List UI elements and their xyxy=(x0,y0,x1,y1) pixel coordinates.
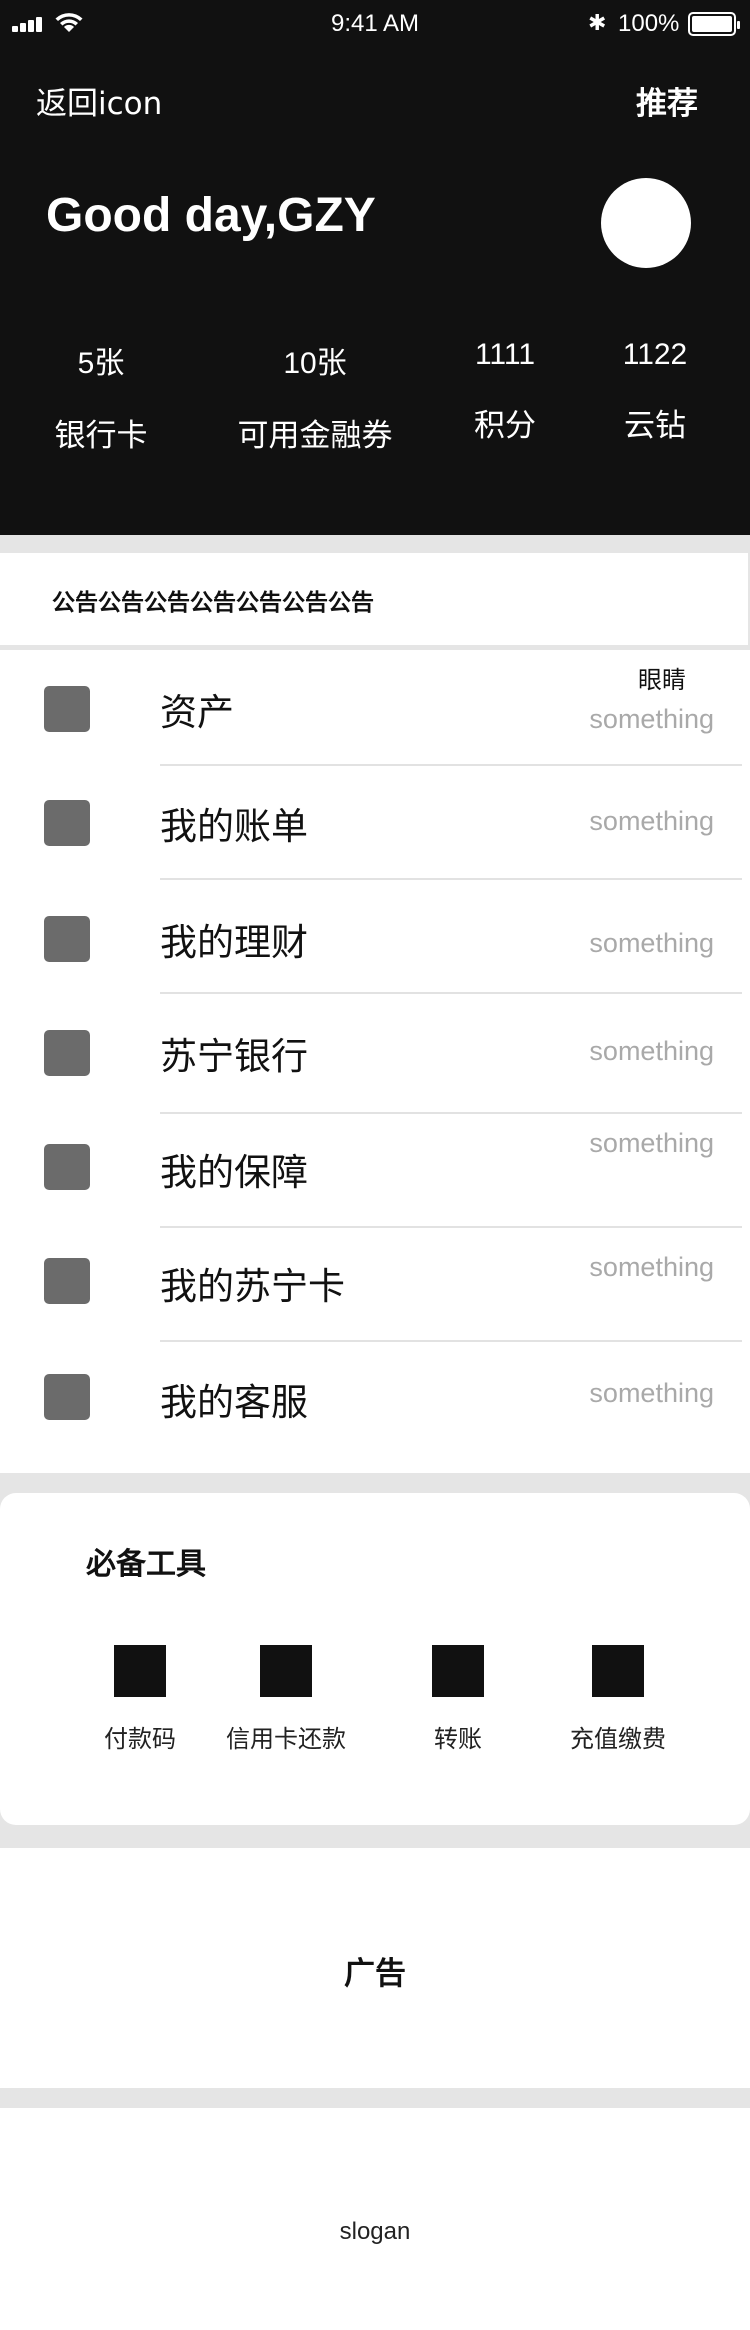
avatar[interactable] xyxy=(601,178,691,268)
top-up-icon xyxy=(592,1645,644,1697)
stat-label: 银行卡 xyxy=(54,418,148,454)
menu-item-value: something xyxy=(589,1128,714,1158)
menu-item-suning-bank[interactable]: 苏宁银行 something xyxy=(0,994,750,1114)
menu-item-assets[interactable]: 资产 something xyxy=(0,652,750,766)
menu-item-value: something xyxy=(589,806,714,836)
battery-icon xyxy=(688,12,740,36)
stat-bank-cards[interactable]: 5张 银行卡 xyxy=(46,338,156,455)
stat-cloud-diamonds[interactable]: 1122 云钻 xyxy=(610,338,700,445)
menu-item-label: 资产 xyxy=(160,691,234,734)
menu-item-suning-card[interactable]: 我的苏宁卡 something xyxy=(0,1228,750,1342)
stat-label: 积分 xyxy=(474,408,536,444)
stat-coupons[interactable]: 10张 可用金融券 xyxy=(225,338,405,455)
status-bar: 9:41 AM ✱ 100% xyxy=(0,0,750,48)
menu-list: 眼睛 资产 something 我的账单 something 我的理财 some… xyxy=(0,650,750,1473)
menu-item-customer-service[interactable]: 我的客服 something xyxy=(0,1342,750,1456)
stat-label: 可用金融券 xyxy=(237,418,393,454)
stat-label: 云钻 xyxy=(624,408,686,444)
menu-item-value: something xyxy=(589,1252,714,1282)
stat-value: 5张 xyxy=(77,347,125,380)
menu-item-value: something xyxy=(589,704,714,734)
tools-card: 必备工具 付款码 信用卡还款 转账 充值缴费 xyxy=(0,1493,750,1825)
menu-item-label: 我的苏宁卡 xyxy=(160,1265,345,1308)
tool-payment-code[interactable]: 付款码 xyxy=(60,1645,220,1754)
assets-icon xyxy=(44,686,90,732)
back-button[interactable]: 返回icon xyxy=(36,78,162,123)
menu-item-label: 我的理财 xyxy=(160,921,308,964)
account-header: 返回icon 推荐 Good day,GZY 5张 银行卡 10张 可用金融券 … xyxy=(0,48,750,535)
bluetooth-icon: ✱ xyxy=(588,10,607,35)
menu-item-label: 苏宁银行 xyxy=(160,1035,308,1078)
menu-item-label: 我的客服 xyxy=(160,1381,308,1424)
tool-top-up[interactable]: 充值缴费 xyxy=(538,1645,698,1754)
card-icon xyxy=(44,1258,90,1304)
tool-label: 付款码 xyxy=(104,1725,176,1753)
tool-transfer[interactable]: 转账 xyxy=(378,1645,538,1754)
bank-icon xyxy=(44,1030,90,1076)
slogan-section: slogan xyxy=(0,2108,750,2330)
transfer-icon xyxy=(432,1645,484,1697)
credit-card-icon xyxy=(260,1645,312,1697)
ad-banner[interactable]: 广告 xyxy=(0,1848,750,2088)
slogan-text: slogan xyxy=(339,2218,411,2245)
tool-label: 信用卡还款 xyxy=(226,1725,346,1753)
greeting-title: Good day,GZY xyxy=(46,189,376,242)
wealth-icon xyxy=(44,916,90,962)
menu-item-value: something xyxy=(589,1036,714,1066)
menu-item-value: something xyxy=(589,928,714,958)
stat-value: 10张 xyxy=(283,347,347,380)
tool-label: 转账 xyxy=(434,1725,482,1753)
notice-text: 公告公告公告公告公告公告公告 xyxy=(52,590,374,616)
ad-text: 广告 xyxy=(344,1956,406,1992)
stat-points[interactable]: 1111 积分 xyxy=(460,338,550,445)
stat-value: 1122 xyxy=(622,338,688,371)
tools-title: 必备工具 xyxy=(86,1547,206,1582)
payment-code-icon xyxy=(114,1645,166,1697)
notice-bar[interactable]: 公告公告公告公告公告公告公告 xyxy=(0,553,748,645)
menu-item-insurance[interactable]: 我的保障 something xyxy=(0,1114,750,1228)
stat-value: 1111 xyxy=(474,338,536,371)
insurance-icon xyxy=(44,1144,90,1190)
menu-item-label: 我的保障 xyxy=(160,1151,308,1194)
bills-icon xyxy=(44,800,90,846)
menu-item-bills[interactable]: 我的账单 something xyxy=(0,766,750,880)
battery-percent: 100% xyxy=(618,10,680,37)
tool-label: 充值缴费 xyxy=(570,1725,666,1753)
menu-item-value: something xyxy=(589,1378,714,1408)
recommend-button[interactable]: 推荐 xyxy=(636,78,698,123)
customer-service-icon xyxy=(44,1374,90,1420)
menu-item-wealth[interactable]: 我的理财 something xyxy=(0,880,750,994)
menu-item-label: 我的账单 xyxy=(160,805,308,848)
tool-credit-card-repay[interactable]: 信用卡还款 xyxy=(206,1645,366,1754)
